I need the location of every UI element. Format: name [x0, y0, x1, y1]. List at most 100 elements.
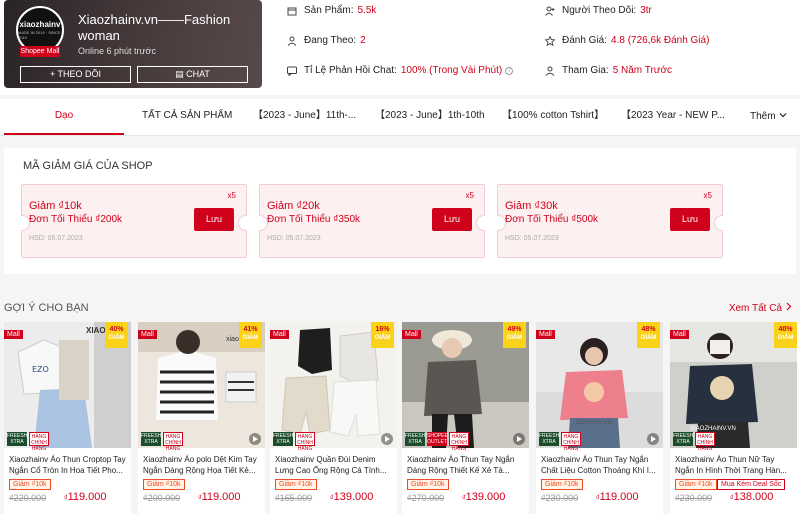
freeship-badge: FREESHIP XTRA [673, 432, 699, 446]
stat-products: Sản Phẩm: 5.5k [287, 5, 376, 16]
tab-new-products[interactable]: 【2023 Year - NEW P... [621, 99, 731, 135]
original-price: ₫230.000 [541, 493, 579, 503]
plus-icon: + [49, 69, 56, 79]
chat-button[interactable]: ▤ CHAT [137, 66, 248, 83]
product-card[interactable]: EZO XIAOZ Mall 40% GIẢM FREESHIP XTRA HÀN… [4, 322, 131, 514]
genuine-badge: HÀNG CHÍNH HÃNG [163, 432, 183, 452]
stat-label: Đánh Giá: [562, 35, 608, 46]
discount-badge: 49% GIẢM [503, 322, 526, 348]
recommend-title: GỢI Ý CHO BẠN [4, 302, 89, 314]
outlet-badge: SHOPEE OUTLET [427, 432, 448, 446]
mall-badge: Mall [536, 330, 555, 339]
stat-chat-response: Tỉ Lệ Phản Hồi Chat: 100% (Trong Vài Phú… [287, 65, 514, 76]
freeship-badge: FREESHIP XTRA [7, 432, 33, 446]
see-all-link[interactable]: Xem Tất Cả [729, 302, 792, 314]
stat-value: 3tr [640, 5, 652, 16]
voucher-min-order: Đơn Tối Thiểu ₫200k [29, 214, 123, 225]
sale-price: ₫139.000 [462, 491, 505, 503]
stat-label: Tham Gia: [562, 65, 609, 76]
tab-june-1th[interactable]: 【2023 - June】1th-10th [375, 99, 495, 135]
discount-percent: 41% [243, 326, 258, 333]
shop-name: Xiaozhainv.vn——Fashion woman [78, 12, 231, 43]
sale-price: ₫119.000 [596, 491, 639, 503]
stat-rating: Đánh Giá: 4.8 (726,6k Đánh Giá) [545, 35, 709, 46]
shop-tabs: Dạo TẤT CẢ SẢN PHẨM 【2023 - June】11th-..… [0, 99, 800, 136]
sale-price: ₫119.000 [64, 491, 107, 503]
mall-badge: Mall [4, 330, 23, 339]
stat-label: Tỉ Lệ Phản Hồi Chat: [304, 65, 397, 76]
product-card[interactable]: Mall 49% GIẢM FREESHIP XTRA SHOPEE OUTLET… [402, 322, 529, 514]
freeship-badge: FREESHIP XTRA [539, 432, 565, 446]
chat-bubble-icon [287, 66, 297, 76]
chevron-down-icon [779, 100, 787, 134]
voucher-section-title: MÃ GIẢM GIÁ CỦA SHOP [23, 160, 153, 172]
discount-label: GIẢM [108, 335, 125, 341]
product-name: Xiaozhainv Quần Đùi Denim Lưng Cao Ống R… [275, 455, 387, 475]
mall-badge: Mall [138, 330, 157, 339]
original-price: ₫270.000 [407, 493, 445, 503]
tab-june-11th[interactable]: 【2023 - June】11th-... [253, 99, 363, 135]
mall-badge: Mall [402, 330, 421, 339]
freeship-badge: FREESHIP XTRA [141, 432, 167, 446]
discount-badge: 40% GIẢM [105, 322, 128, 348]
voucher-card: x5 Giảm ₫20k Đơn Tối Thiểu ₫350k HSD: 05… [259, 184, 485, 258]
product-card[interactable]: xiao Mall 41% GIẢM FREESHIP XTRA HÀNG CHÍ… [138, 322, 265, 514]
discount-label: GIẢM [506, 335, 523, 341]
stat-label: Sản Phẩm: [304, 5, 354, 16]
sale-price: ₫138.000 [730, 491, 773, 503]
sale-price-value: 138.000 [733, 491, 774, 503]
voucher-expiry: HSD: 05.07.2023 [29, 235, 83, 242]
stat-followers: Người Theo Dõi: 3tr [545, 5, 652, 16]
voucher-tag: Giảm ₫10k [407, 479, 449, 490]
voucher-quantity: x5 [227, 191, 236, 200]
voucher-card: x5 Giảm ₫10k Đơn Tối Thiểu ₫200k HSD: 05… [21, 184, 247, 258]
follow-button[interactable]: + THEO DÕI [20, 66, 131, 83]
discount-percent: 40% [778, 326, 793, 333]
shopee-mall-badge: Shopee Mall [20, 46, 60, 57]
product-card[interactable]: Mall 16% GIẢM FREESHIP XTRA HÀNG CHÍNH HÃ… [270, 322, 397, 514]
avatar-logo-subtext: MADE IN 2019 · SINCE 2019 [18, 30, 61, 40]
save-voucher-button[interactable]: Lưu [432, 208, 472, 231]
mall-badge: Mall [270, 330, 289, 339]
product-badges: FREESHIP XTRA HÀNG CHÍNH HÃNG [673, 432, 715, 452]
save-voucher-button[interactable]: Lưu [670, 208, 710, 231]
user-join-icon [545, 66, 555, 76]
sale-price: ₫139.000 [330, 491, 373, 503]
product-name: Xiaozhainv Áo Thun Tay Ngắn Chất Liệu Co… [541, 455, 656, 475]
voucher-discount: Giảm ₫30k [505, 200, 558, 212]
discount-label: GIẢM [777, 335, 794, 341]
voucher-tag: Giảm ₫10k [9, 479, 51, 490]
discount-badge: 48% GIẢM [637, 322, 660, 348]
chat-icon: ▤ [175, 69, 184, 79]
info-icon[interactable]: i [505, 66, 514, 75]
genuine-badge: HÀNG CHÍNH HÃNG [449, 432, 469, 452]
play-video-icon[interactable] [513, 433, 525, 445]
stat-following: Đang Theo: 2 [287, 35, 366, 46]
following-icon [287, 36, 297, 46]
star-icon [545, 35, 555, 46]
genuine-badge: HÀNG CHÍNH HÃNG [29, 432, 49, 452]
play-video-icon[interactable] [381, 433, 393, 445]
tab-all-products[interactable]: TẤT CẢ SẢN PHẨM [142, 99, 247, 135]
product-card[interactable]: XIAOZHAINV.VN Mall 40% GIẢM FREESHIP XTRA… [670, 322, 800, 514]
save-voucher-button[interactable]: Lưu [194, 208, 234, 231]
shop-online-status: Online 6 phút trước [78, 46, 156, 56]
discount-label: GIẢM [640, 335, 657, 341]
product-image-text: OZHAINV.VN [576, 420, 613, 426]
original-price: ₫200.000 [143, 493, 181, 503]
voucher-discount: Giảm ₫10k [29, 200, 82, 212]
voucher-tag: Giảm ₫10k [143, 479, 185, 490]
voucher-card: x5 Giảm ₫30k Đơn Tối Thiểu ₫500k HSD: 05… [497, 184, 723, 258]
play-video-icon[interactable] [249, 433, 261, 445]
product-name: Xiaozhainv Áo polo Dệt Kim Tay Ngắn Dáng… [143, 455, 257, 475]
play-video-icon[interactable] [647, 433, 659, 445]
stat-value: 5 Năm Trước [612, 65, 673, 76]
original-price: ₫230.000 [675, 493, 713, 503]
product-card[interactable]: OZHAINV.VN Mall 48% GIẢM FREESHIP XTRA HÀ… [536, 322, 663, 514]
sale-price: ₫119.000 [198, 491, 241, 503]
tab-home[interactable]: Dạo [4, 99, 124, 135]
tab-cotton-tshirt[interactable]: 【100% cotton Tshirt】 [502, 99, 614, 135]
tab-more[interactable]: Thêm [750, 99, 796, 135]
product-image-text: xiao [226, 336, 239, 343]
discount-badge: 41% GIẢM [239, 322, 262, 348]
